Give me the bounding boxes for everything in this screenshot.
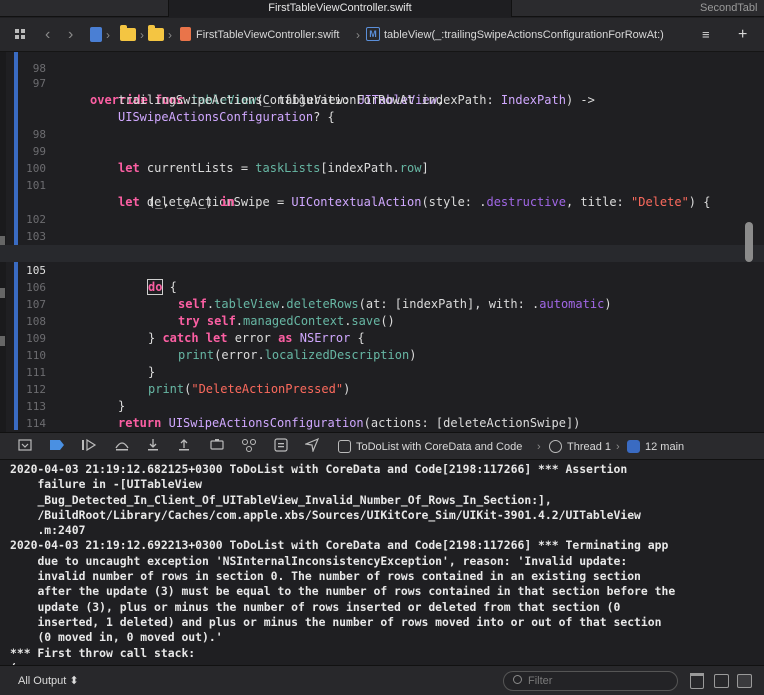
code-line: 99 let currentLists = taskLists[indexPat… bbox=[0, 126, 764, 175]
code-line: 104 bbox=[0, 228, 764, 260]
debug-scheme-name[interactable]: ToDoList with CoreData and Code bbox=[356, 433, 522, 461]
memory-graph-icon[interactable] bbox=[240, 438, 258, 456]
jumpbar-file-name[interactable]: FirstTableViewController.swift bbox=[196, 18, 339, 52]
debug-frame-name[interactable]: 12 main bbox=[645, 433, 684, 461]
path-separator-icon: › bbox=[140, 28, 144, 42]
related-items-icon[interactable] bbox=[14, 27, 30, 43]
back-chevron-icon[interactable]: ‹ bbox=[45, 18, 50, 52]
filter-field[interactable]: Filter bbox=[503, 671, 678, 691]
current-code-line: 105 do { bbox=[0, 245, 764, 295]
code-line: UISwipeActionsConfiguration? { bbox=[0, 92, 764, 124]
editor-scrollbar[interactable] bbox=[745, 222, 753, 262]
code-line: 114 } bbox=[0, 398, 764, 430]
folder-icon[interactable] bbox=[148, 25, 164, 41]
show-console-view-icon[interactable] bbox=[737, 674, 752, 688]
code-line: 103 self.managedContext.delete(currentLi… bbox=[0, 211, 764, 260]
code-line: 108 } catch let error as NSError { bbox=[0, 296, 764, 345]
path-separator-icon: › bbox=[616, 441, 620, 453]
continue-icon[interactable] bbox=[80, 438, 98, 456]
show-variables-view-icon[interactable] bbox=[714, 674, 729, 688]
tab-first-table-view-controller[interactable]: FirstTableViewController.swift bbox=[168, 0, 512, 17]
source-editor[interactable]: 98 97 override func tableView(_ tableVie… bbox=[0, 52, 764, 432]
console-output[interactable]: 2020-04-03 21:19:12.682125+0300 ToDoList… bbox=[0, 460, 764, 665]
forward-chevron-icon[interactable]: › bbox=[68, 18, 73, 52]
path-separator-icon: › bbox=[356, 28, 360, 42]
debug-thread-name[interactable]: Thread 1 bbox=[567, 433, 611, 461]
step-into-icon[interactable] bbox=[144, 438, 162, 456]
app-target-icon bbox=[338, 440, 351, 453]
code-line: 97 override func tableView(_ tableView: … bbox=[0, 58, 764, 107]
code-line: 102 bbox=[0, 194, 764, 226]
method-icon: M bbox=[366, 27, 380, 41]
debug-view-hierarchy-icon[interactable] bbox=[208, 438, 226, 456]
code-line: 113 return UISwipeActionsConfiguration(a… bbox=[0, 381, 764, 430]
path-separator-icon: › bbox=[168, 28, 172, 42]
thread-icon bbox=[549, 440, 562, 453]
simulate-location-icon[interactable] bbox=[303, 437, 321, 456]
stack-frame-icon bbox=[627, 440, 640, 453]
filter-placeholder: Filter bbox=[528, 675, 553, 687]
console-bottom-bar: All Output ⬍ Filter bbox=[0, 665, 764, 695]
code-line: 115 bbox=[0, 415, 764, 432]
filter-icon bbox=[513, 675, 522, 684]
add-editor-icon[interactable]: + bbox=[738, 18, 747, 52]
path-separator-icon: › bbox=[106, 28, 110, 42]
hide-debug-area-icon[interactable] bbox=[16, 438, 34, 456]
swift-file-icon bbox=[180, 27, 191, 41]
code-line: 111 print("DeleteActionPressed") bbox=[0, 347, 764, 396]
code-line: 106 self.tableView.deleteRows(at: [index… bbox=[0, 262, 764, 311]
jump-bar: ‹ › › › › FirstTableViewController.swift… bbox=[0, 18, 764, 52]
output-selector[interactable]: All Output ⬍ bbox=[18, 666, 79, 695]
path-separator-icon: › bbox=[537, 441, 541, 453]
tab-second-table-view-controller[interactable]: SecondTabl bbox=[700, 0, 764, 17]
breakpoints-toggle-icon[interactable] bbox=[48, 438, 66, 456]
step-out-icon[interactable] bbox=[175, 438, 193, 456]
trash-icon[interactable] bbox=[690, 673, 704, 689]
code-line: 112 } bbox=[0, 364, 764, 413]
step-over-icon[interactable] bbox=[113, 438, 131, 456]
jumpbar-method-name[interactable]: tableView(_:trailingSwipeActionsConfigur… bbox=[384, 18, 664, 52]
code-line: 110 } bbox=[0, 330, 764, 379]
code-line: 109 print(error.localizedDescription) bbox=[0, 313, 764, 362]
code-line: 101 let deleteActionSwipe = UIContextual… bbox=[0, 160, 764, 209]
code-line: 98 bbox=[0, 109, 764, 141]
editor-options-icon[interactable]: ≡ bbox=[702, 18, 710, 52]
folder-icon[interactable] bbox=[120, 25, 136, 41]
code-line: 100 bbox=[0, 143, 764, 175]
code-line: 107 try self.managedContext.save() bbox=[0, 279, 764, 328]
code-line: (_, _, _) in bbox=[0, 177, 764, 209]
code-line: trailingSwipeActionsConfigurationForRowA… bbox=[0, 75, 764, 107]
console-text: 2020-04-03 21:19:12.682125+0300 ToDoList… bbox=[10, 462, 676, 665]
debug-bar: ToDoList with CoreData and Code › Thread… bbox=[0, 432, 764, 460]
environment-overrides-icon[interactable] bbox=[272, 438, 290, 456]
project-icon[interactable] bbox=[90, 27, 102, 42]
tab-bar: FirstTableViewController.swift SecondTab… bbox=[0, 0, 764, 17]
